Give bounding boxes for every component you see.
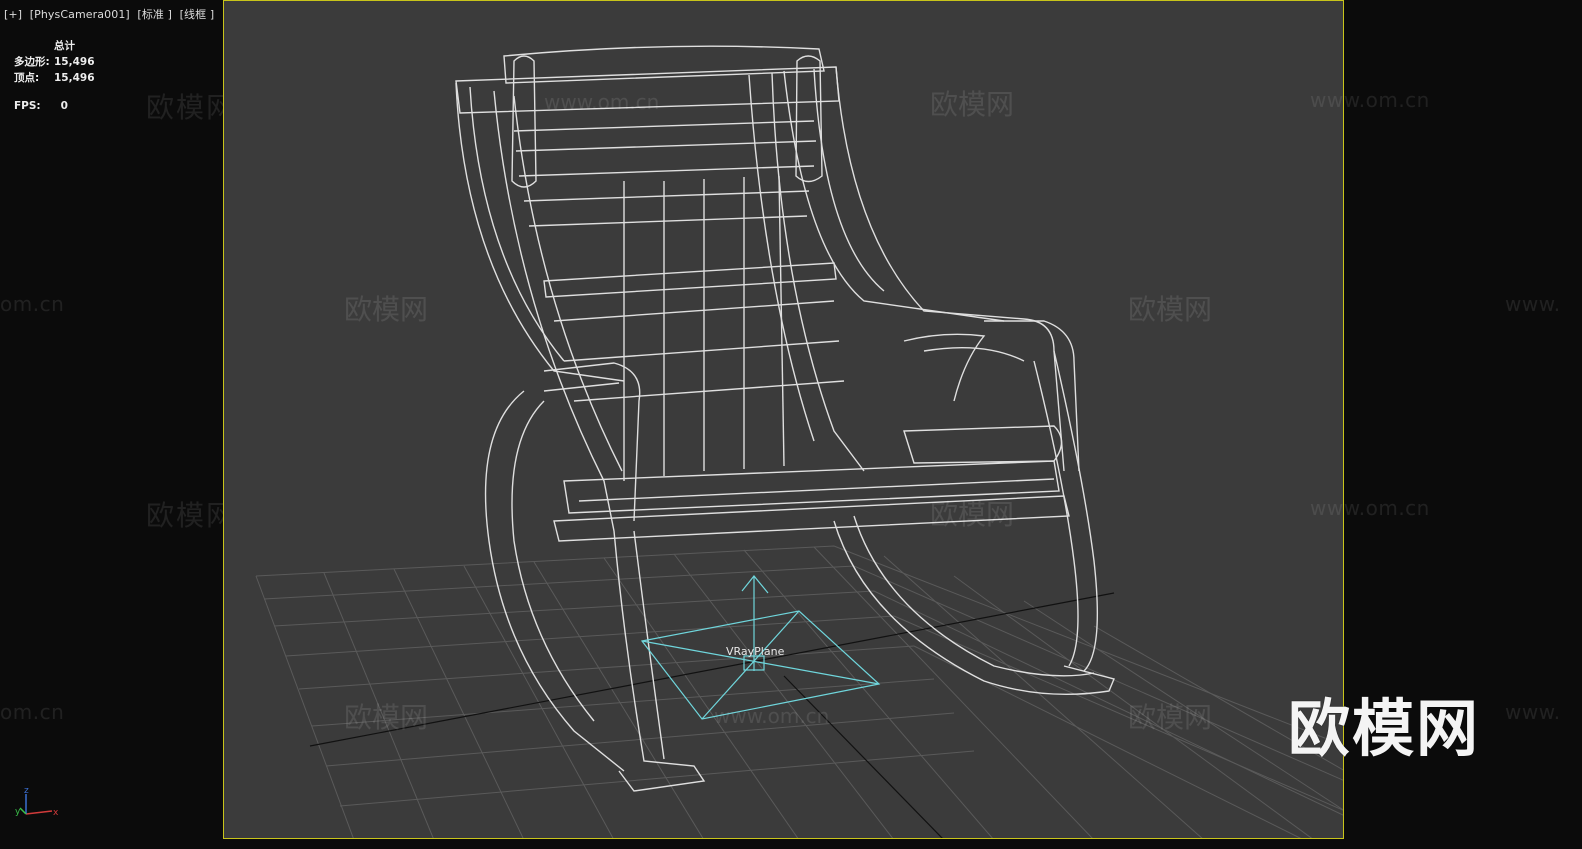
watermark-brand-svg: 欧模网 <box>1128 293 1212 326</box>
vertices-label: 顶点: <box>14 72 40 84</box>
axis-y-label: y <box>15 807 21 817</box>
viewport-camera-menu[interactable]: [PhysCamera001] <box>30 8 130 21</box>
watermark-url-partial: om.cn <box>0 292 65 316</box>
statistics-overlay: 总计 多边形: 15,496 顶点: 15,496 <box>14 38 95 86</box>
stats-header: 总计 <box>54 40 75 52</box>
stats-polygons-row: 多边形: 15,496 <box>14 54 95 70</box>
watermark-brand-svg: 欧模网 <box>344 293 428 326</box>
viewport-label[interactable]: [+] [PhysCamera001] [标准 ] [线框 ] <box>4 6 218 22</box>
watermark-brand-svg: 欧模网 <box>1128 701 1212 734</box>
axis-z-label: z <box>24 786 29 796</box>
polygons-value: 15,496 <box>54 56 95 68</box>
axis-gizmo-icon: x y z <box>15 786 59 818</box>
watermark-url-partial: www. <box>1505 292 1561 316</box>
brand-logo-watermark: 欧模网 <box>1288 692 1481 765</box>
wireframe-scene[interactable]: 欧模网 欧模网 欧模网 欧模网 欧模网 欧模网 www.om.cn www.om… <box>224 1 1344 839</box>
vertices-value: 15,496 <box>54 72 95 84</box>
stats-vertices-row: 顶点: 15,496 <box>14 70 95 86</box>
watermark-url-partial: www. <box>1505 700 1561 724</box>
watermark-url: www.om.cn <box>1310 88 1430 112</box>
watermark-url-svg: www.om.cn <box>714 704 829 728</box>
polygons-label: 多边形: <box>14 56 50 68</box>
watermark-url-svg: www.om.cn <box>544 90 659 114</box>
viewport-menu-plus[interactable]: [+] <box>4 8 22 21</box>
vrayplane-label[interactable]: VRayPlane <box>726 645 784 658</box>
viewport-shading-menu[interactable]: [标准 ] <box>137 8 172 21</box>
fps-label: FPS: <box>14 100 41 112</box>
watermark-url: www.om.cn <box>1310 496 1430 520</box>
watermark-brand-svg: 欧模网 <box>930 498 1014 531</box>
fps-readout: FPS: 0 <box>14 100 68 112</box>
axis-x-label: x <box>53 808 59 818</box>
watermark-brand-svg: 欧模网 <box>344 701 428 734</box>
fps-value: 0 <box>60 100 68 112</box>
grid-axes <box>309 592 1115 838</box>
rocking-chair-wireframe <box>455 45 1115 792</box>
watermark-url-partial: om.cn <box>0 700 65 724</box>
watermark-brand-svg: 欧模网 <box>930 88 1014 121</box>
camera-viewport[interactable]: 欧模网 欧模网 欧模网 欧模网 欧模网 欧模网 www.om.cn www.om… <box>223 0 1344 839</box>
viewport-display-menu[interactable]: [线框 ] <box>180 8 215 21</box>
